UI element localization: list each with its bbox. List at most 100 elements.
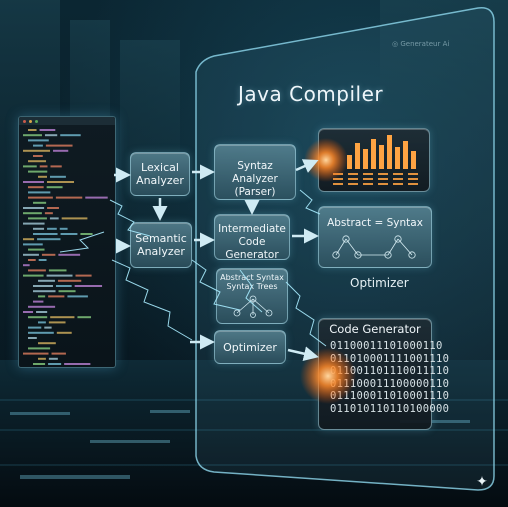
optimizer-label: Optimizer (350, 276, 409, 290)
code-line (44, 212, 53, 215)
code-line (23, 134, 42, 137)
code-line (33, 233, 58, 235)
code-line (33, 363, 46, 365)
code-line (50, 165, 62, 168)
code-line (23, 212, 42, 215)
token-dash (363, 178, 373, 180)
code-line (28, 160, 47, 163)
token-dash (348, 183, 358, 185)
lexical-analyzer-label: Lexical Analyzer (136, 161, 184, 187)
code-line (37, 238, 61, 241)
stage: ◎ Generateur Ai Java Compiler Lexical An… (0, 0, 508, 507)
window-dot-icon (23, 119, 26, 123)
code-line (28, 129, 37, 131)
code-line (23, 264, 30, 267)
code-line (23, 181, 44, 183)
code-line (28, 305, 56, 308)
intermediate-code-generator-box: Intermediate Code Generator (214, 214, 290, 261)
binary-line: 011010001111001110 (330, 352, 450, 365)
token-dash (393, 178, 403, 180)
watermark-text: ◎ Generateur Ai (392, 40, 450, 48)
token-dash (393, 183, 403, 185)
token-dash (348, 173, 358, 175)
code-line (58, 290, 76, 293)
semantic-analyzer-box: Semantic Analyzer (130, 222, 192, 268)
code-line (33, 285, 53, 287)
code-lines-graphic (23, 129, 108, 365)
code-line (39, 165, 48, 168)
code-line (44, 326, 52, 329)
code-line (45, 144, 73, 147)
token-dash (408, 183, 418, 185)
code-line (28, 316, 48, 319)
code-line (38, 357, 46, 360)
code-line (28, 170, 48, 173)
code-line (48, 357, 58, 360)
code-line (38, 295, 46, 298)
code-line (23, 222, 45, 225)
code-line (39, 129, 56, 131)
token-bar (363, 149, 368, 169)
code-line (38, 259, 47, 261)
binary-output: 01100011101000110 011010001111001110 011… (330, 340, 450, 415)
code-line (28, 191, 51, 194)
abstract-syntax-box: Abstract = Syntax (318, 206, 432, 268)
code-line (28, 248, 45, 251)
code-line (28, 139, 49, 142)
optimizer-box-label: Optimizer (223, 341, 277, 354)
code-line (48, 269, 67, 272)
intermediate-code-generator-label: Intermediate Code Generator (218, 223, 286, 261)
editor-title-bar (19, 117, 115, 125)
code-line (60, 134, 81, 137)
code-line (46, 186, 63, 189)
code-line (28, 259, 36, 261)
binary-line: 011100011010001110 (330, 390, 450, 402)
binary-line: 01100011101000110 (330, 340, 443, 352)
token-bars-graphic (333, 135, 418, 185)
code-line (67, 295, 88, 298)
token-dash (378, 173, 388, 175)
code-line (38, 342, 56, 345)
sparkle-icon: ✦ (476, 474, 488, 490)
code-line (33, 290, 56, 293)
lexical-analyzer-box: Lexical Analyzer (130, 152, 190, 196)
code-line (28, 186, 44, 189)
token-dash (333, 183, 343, 185)
code-line (47, 207, 59, 209)
code-line (49, 175, 66, 178)
semantic-analyzer-label: Semantic Analyzer (135, 232, 187, 258)
code-line (59, 227, 68, 230)
code-line (28, 217, 47, 220)
binary-line: 011001101110011110 (330, 365, 450, 377)
code-line (28, 196, 53, 199)
token-bar (403, 141, 408, 169)
code-line (33, 300, 44, 303)
code-line (58, 253, 81, 256)
binary-line: 011010110110100000 (330, 402, 450, 415)
token-dash (348, 178, 358, 180)
token-bar (387, 135, 392, 169)
token-dash (333, 173, 343, 175)
syntax-analyzer-box: Syntaz Analyzer (Parser) (214, 144, 296, 200)
code-line (23, 149, 51, 152)
code-line (64, 363, 91, 365)
token-dash (408, 178, 418, 180)
code-line (23, 243, 43, 246)
code-line (48, 363, 62, 365)
code-line (33, 144, 43, 147)
code-line (28, 337, 37, 339)
code-line (23, 311, 34, 313)
code-line (28, 269, 46, 272)
code-line (23, 352, 49, 355)
code-line (74, 285, 103, 287)
code-line (49, 217, 59, 220)
window-dot-icon (35, 119, 38, 123)
token-dash (363, 173, 373, 175)
code-line (36, 311, 48, 313)
code-line (75, 274, 92, 277)
code-line (61, 217, 88, 220)
code-line (50, 316, 75, 319)
code-editor-window (18, 116, 116, 368)
token-bar (395, 147, 400, 169)
abstract-syntax-trees-box: Abstract Syntax Syntax Trees (216, 268, 288, 324)
